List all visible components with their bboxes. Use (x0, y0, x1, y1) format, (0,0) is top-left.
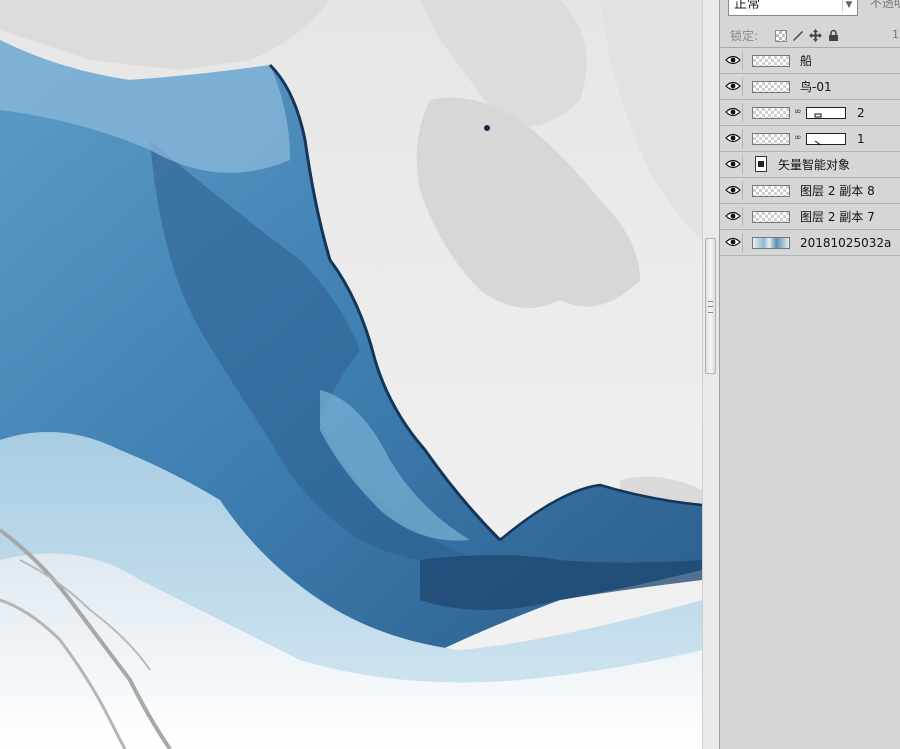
eye-icon[interactable] (723, 207, 743, 226)
blend-mode-value: 正常 (734, 0, 761, 12)
eye-icon[interactable] (723, 129, 743, 148)
eye-icon[interactable] (723, 233, 743, 252)
layer-thumbnail (752, 133, 790, 145)
layer-thumbnail (752, 237, 790, 249)
vertical-scrollbar[interactable] (702, 0, 719, 749)
eye-icon[interactable] (723, 181, 743, 200)
brush-icon[interactable] (791, 29, 804, 42)
layer-thumbnail (752, 211, 790, 223)
layer-row[interactable]: 船 (720, 48, 900, 74)
layer-row[interactable]: 图层 2 副本 8 (720, 178, 900, 204)
layer-name: 2 (857, 106, 865, 120)
layer-thumbnail (752, 107, 790, 119)
opacity-label: 不透明 (870, 0, 900, 10)
eye-icon[interactable] (723, 51, 743, 70)
layer-row[interactable]: ∞ 2 (720, 100, 900, 126)
layer-name: 1 (857, 132, 865, 146)
eye-icon[interactable] (723, 103, 743, 122)
layers-panel: 正常 ▼ 不透明 锁定: 1 船 (719, 0, 900, 749)
layer-row[interactable]: 鸟-01 (720, 74, 900, 100)
lock-extra-value: 1 (892, 28, 899, 41)
layer-thumbnail (752, 81, 790, 93)
scrollbar-thumb[interactable] (705, 238, 716, 374)
layer-mask-thumbnail[interactable] (806, 107, 846, 119)
layer-thumbnail (752, 185, 790, 197)
layer-row[interactable]: 20181025032a (720, 230, 900, 256)
layer-name: 20181025032a (800, 236, 892, 250)
blend-mode-select[interactable]: 正常 ▼ (728, 0, 858, 16)
eye-icon[interactable] (723, 155, 743, 174)
layer-row[interactable]: 矢量智能对象 (720, 152, 900, 178)
smart-object-icon (755, 156, 767, 172)
layer-name: 图层 2 副本 8 (800, 184, 875, 198)
chain-link-icon[interactable]: ∞ (794, 106, 802, 118)
lock-icon[interactable] (827, 29, 840, 42)
document-canvas[interactable] (0, 0, 702, 749)
layer-thumbnail (752, 55, 790, 67)
eye-icon[interactable] (723, 77, 743, 96)
chain-link-icon[interactable]: ∞ (794, 132, 802, 144)
layers-list: 船 鸟-01 ∞ 2 ∞ 1 矢量智能对象 图层 2 副本 8 图层 2 副本 … (720, 48, 900, 256)
layer-name: 鸟-01 (800, 80, 832, 94)
move-icon[interactable] (809, 29, 822, 42)
blend-mode-row: 正常 ▼ 不透明 (720, 0, 900, 22)
layer-mask-thumbnail[interactable] (806, 133, 846, 146)
lock-label: 锁定: (730, 29, 759, 43)
layer-name: 船 (800, 54, 813, 68)
lock-transparent-icon[interactable] (775, 30, 787, 42)
layer-name: 矢量智能对象 (778, 158, 851, 172)
layer-row[interactable]: ∞ 1 (720, 126, 900, 152)
chevron-down-icon[interactable]: ▼ (842, 0, 855, 12)
layer-row[interactable]: 图层 2 副本 7 (720, 204, 900, 230)
layer-name: 图层 2 副本 7 (800, 210, 875, 224)
ink-landscape-artwork (0, 0, 702, 749)
lock-row: 锁定: 1 (720, 24, 900, 48)
scrollbar-grip-icon (708, 301, 713, 313)
